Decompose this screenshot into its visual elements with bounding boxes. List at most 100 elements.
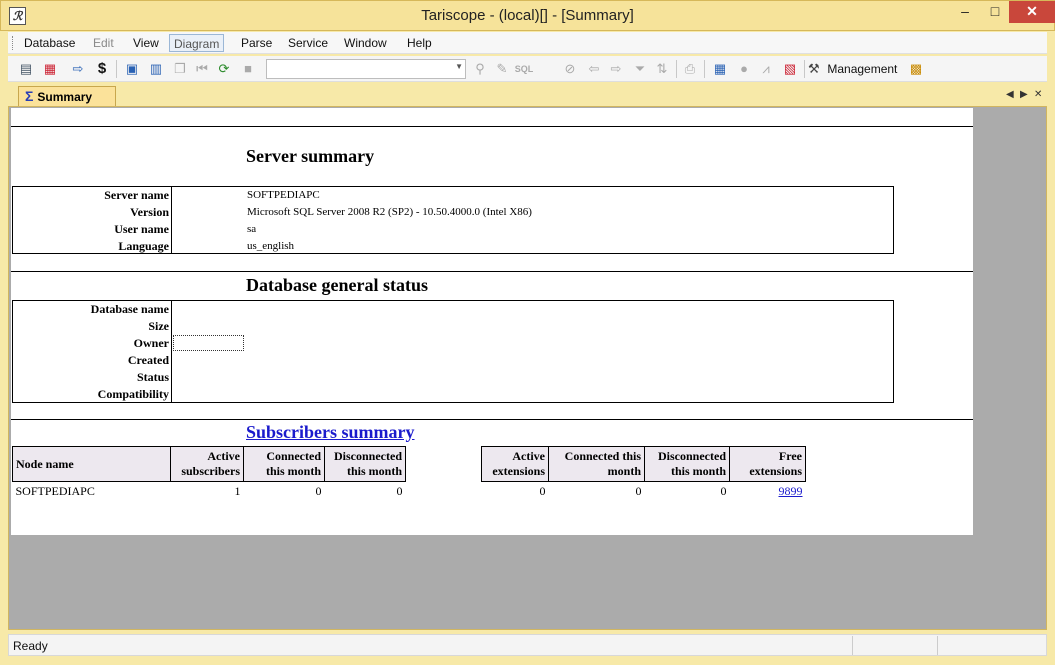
- extensions-table: Active extensions Connected this month D…: [481, 446, 806, 501]
- document-area: Server summary Server name SOFTPEDIAPC V…: [8, 106, 1047, 630]
- divider: [11, 419, 973, 420]
- size-label: Size: [148, 319, 169, 333]
- version-value: Microsoft SQL Server 2008 R2 (SP2) - 10.…: [247, 206, 532, 218]
- report-icon[interactable]: ▧: [780, 59, 800, 79]
- refresh-icon[interactable]: ⟳: [214, 59, 234, 79]
- subscribers-summary-link[interactable]: Subscribers summary: [246, 422, 415, 443]
- menu-grip: [12, 36, 15, 50]
- minimize-button[interactable]: ‒: [951, 1, 979, 23]
- version-label: Version: [130, 205, 169, 219]
- tab-close-icon[interactable]: ✕: [1034, 89, 1042, 100]
- compatibility-row: Compatibility: [13, 386, 893, 403]
- compatibility-label: Compatibility: [97, 387, 169, 401]
- forward-icon[interactable]: ⇨: [606, 59, 626, 79]
- owner-label: Owner: [133, 336, 169, 350]
- language-label: Language: [118, 239, 169, 253]
- sort-icon[interactable]: ⇅: [652, 59, 672, 79]
- language-value: us_english: [247, 240, 295, 252]
- chevron-down-icon: ▼: [455, 62, 463, 71]
- version-row: Version Microsoft SQL Server 2008 R2 (SP…: [13, 204, 893, 221]
- management-button[interactable]: ⚒ Management: [808, 59, 897, 79]
- database-name-row: Database name: [13, 301, 893, 318]
- database-name-label: Database name: [90, 302, 169, 316]
- close-button[interactable]: ✕: [1009, 1, 1055, 23]
- title-bar: ℛ Tariscope - (local)[] - [Summary] ‒ □ …: [0, 0, 1055, 31]
- filter-edit-icon[interactable]: ✎: [492, 59, 512, 79]
- col-active-subscribers: Active subscribers: [170, 446, 244, 482]
- divider: [11, 126, 973, 127]
- col-ext-connected-month: Connected this month: [548, 446, 645, 482]
- server-summary-box: Server name SOFTPEDIAPC Version Microsof…: [12, 186, 894, 254]
- server-name-label: Server name: [104, 188, 169, 202]
- user-name-label: User name: [114, 222, 169, 236]
- disconnect-icon[interactable]: ▦: [40, 59, 60, 79]
- node-name-cell: SOFTPEDIAPC: [15, 484, 95, 498]
- lock-icon[interactable]: ▩: [906, 59, 926, 79]
- tab-strip: Σ Summary ◀ ▶ ✕: [8, 84, 1047, 107]
- line-chart-icon[interactable]: ⩘: [756, 59, 776, 79]
- tariff-icon[interactable]: $: [92, 59, 112, 79]
- toolbar-separator: [804, 60, 805, 78]
- free-extensions-cell: 9899: [730, 482, 806, 502]
- table-row: SOFTPEDIAPC 1 0 0: [13, 482, 406, 502]
- grid-icon[interactable]: ▦: [710, 59, 730, 79]
- menu-window[interactable]: Window: [340, 34, 391, 52]
- language-row: Language us_english: [13, 238, 893, 255]
- toolbar-separator: [704, 60, 705, 78]
- menu-parse[interactable]: Parse: [237, 34, 276, 52]
- maximize-button[interactable]: □: [981, 1, 1009, 23]
- database-status-box: Database name Size Owner Created Status …: [12, 300, 894, 403]
- active-subscribers-cell: 1: [234, 484, 241, 498]
- filter-icon[interactable]: ⚲: [470, 59, 490, 79]
- menu-help[interactable]: Help: [403, 34, 436, 52]
- table-icon[interactable]: ▥: [146, 59, 166, 79]
- export-icon[interactable]: ⇨: [68, 59, 88, 79]
- tab-prev-icon[interactable]: ◀: [1006, 89, 1014, 100]
- menu-view[interactable]: View: [129, 34, 163, 52]
- status-bar: Ready: [8, 634, 1047, 656]
- first-icon[interactable]: ⏮: [192, 59, 212, 79]
- tab-summary-label: Summary: [37, 90, 93, 104]
- menu-diagram[interactable]: Diagram: [169, 34, 225, 52]
- ext-connected-month-cell: 0: [635, 484, 642, 498]
- toolbar-separator: [116, 60, 117, 78]
- menu-service[interactable]: Service: [284, 34, 332, 52]
- status-panel: [937, 636, 1047, 655]
- connected-month-cell: 0: [315, 484, 322, 498]
- disconnected-month-cell: 0: [396, 484, 403, 498]
- funnel-icon[interactable]: ⏷: [630, 59, 650, 79]
- tab-summary[interactable]: Σ Summary: [18, 86, 116, 107]
- chart-dot-icon[interactable]: ●: [734, 59, 754, 79]
- toolbar: ▤ ▦ ⇨ $ ▣ ▥ ❐ ⏮ ⟳ ■ ▼ ⚲ ✎ SQL ⊘ ⇦ ⇨ ⏷ ⇅ …: [8, 56, 1047, 82]
- col-active-extensions: Active extensions: [481, 446, 549, 482]
- server-name-row: Server name SOFTPEDIAPC: [13, 187, 893, 204]
- free-extensions-link[interactable]: 9899: [779, 484, 803, 498]
- status-panel: [852, 636, 937, 655]
- menu-database[interactable]: Database: [20, 34, 79, 52]
- tab-next-icon[interactable]: ▶: [1020, 89, 1028, 100]
- created-row: Created: [13, 352, 893, 369]
- divider: [11, 271, 973, 272]
- col-connected-month: Connected this month: [243, 446, 325, 482]
- print-icon[interactable]: ⎙: [680, 59, 700, 79]
- filter-combo[interactable]: ▼: [266, 59, 466, 79]
- new-folder-icon[interactable]: ▣: [122, 59, 142, 79]
- col-free-extensions: Free extensions: [729, 446, 806, 482]
- menu-edit[interactable]: Edit: [89, 34, 118, 52]
- management-icon: ⚒: [808, 61, 820, 76]
- col-ext-disconnected-month: Disconnected this month: [644, 446, 730, 482]
- copy-icon[interactable]: ❐: [170, 59, 190, 79]
- connect-icon[interactable]: ▤: [16, 59, 36, 79]
- user-name-value: sa: [247, 223, 257, 235]
- toolbar-separator: [676, 60, 677, 78]
- server-name-value: SOFTPEDIAPC: [247, 189, 320, 201]
- created-label: Created: [127, 353, 169, 367]
- stop-icon[interactable]: ■: [238, 59, 258, 79]
- col-node-name: Node name: [12, 446, 171, 482]
- filter-clear-icon[interactable]: ⊘: [560, 59, 580, 79]
- sigma-icon: Σ: [25, 88, 34, 104]
- sql-icon[interactable]: SQL: [514, 59, 534, 79]
- back-icon[interactable]: ⇦: [584, 59, 604, 79]
- management-label: Management: [827, 62, 898, 76]
- user-name-row: User name sa: [13, 221, 893, 238]
